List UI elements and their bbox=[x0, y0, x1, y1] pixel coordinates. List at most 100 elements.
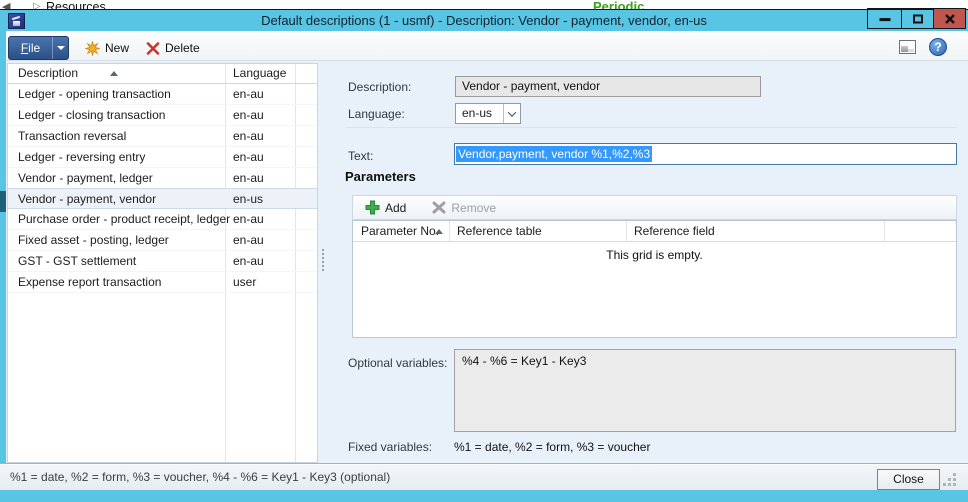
grid-empty-message: This grid is empty. bbox=[353, 248, 956, 262]
description-list-body: Ledger - opening transactionen-auLedger … bbox=[8, 84, 317, 462]
help-icon[interactable]: ? bbox=[929, 38, 947, 56]
column-header-reference-field[interactable]: Reference field bbox=[634, 221, 715, 241]
column-header-reference-table[interactable]: Reference table bbox=[457, 221, 542, 241]
cell-description: Vendor - payment, ledger bbox=[18, 168, 153, 189]
maximize-icon bbox=[913, 14, 923, 23]
list-item[interactable]: Vendor - payment, vendor en-us bbox=[8, 188, 317, 209]
splitter-handle[interactable] bbox=[322, 249, 324, 271]
column-divider bbox=[295, 64, 296, 83]
list-item[interactable]: Ledger - reversing entry en-au bbox=[8, 147, 317, 168]
cell-description: Ledger - opening transaction bbox=[18, 84, 171, 105]
layout-panes-icon[interactable] bbox=[899, 40, 916, 54]
cell-description: Purchase order - product receipt, ledger bbox=[18, 209, 230, 230]
delete-button[interactable]: Delete bbox=[146, 37, 200, 59]
cell-description: Vendor - payment, vendor bbox=[18, 189, 156, 210]
list-item[interactable]: Vendor - payment, ledger en-au bbox=[8, 168, 317, 189]
list-item[interactable]: Ledger - opening transaction en-au bbox=[8, 84, 317, 105]
window-bottom-border bbox=[0, 490, 968, 502]
optional-variables-field[interactable]: %4 - %6 = Key1 - Key3 bbox=[454, 349, 956, 432]
cell-description: Ledger - closing transaction bbox=[18, 105, 165, 126]
new-star-icon bbox=[85, 41, 100, 56]
list-item[interactable]: Ledger - closing transaction en-au bbox=[8, 105, 317, 126]
optional-variables-label: Optional variables: bbox=[348, 356, 447, 370]
list-item[interactable]: Expense report transaction user bbox=[8, 272, 317, 293]
cell-language: en-us bbox=[233, 189, 263, 210]
description-field[interactable]: Vendor - payment, vendor bbox=[455, 76, 761, 97]
title-bar: Default descriptions (1 - usmf) - Descri… bbox=[0, 9, 968, 31]
sort-ascending-icon bbox=[110, 71, 118, 76]
column-header-language[interactable]: Language bbox=[233, 64, 286, 83]
cell-language: user bbox=[233, 272, 256, 293]
sort-ascending-icon bbox=[435, 229, 443, 234]
cell-description: Ledger - reversing entry bbox=[18, 147, 145, 168]
new-button-label: New bbox=[105, 41, 129, 55]
selected-text: Vendor,payment, vendor %1,%2,%3 bbox=[456, 146, 652, 162]
chevron-down-icon bbox=[508, 108, 516, 116]
column-divider bbox=[884, 221, 885, 242]
column-header-parameter-no[interactable]: Parameter No. bbox=[361, 221, 439, 241]
screen: ◀ ▷ Resources Periodic Default descripti… bbox=[0, 0, 968, 502]
language-dropdown-button[interactable] bbox=[503, 104, 520, 123]
cell-language: en-au bbox=[233, 147, 264, 168]
caption-buttons bbox=[867, 8, 966, 29]
section-divider bbox=[345, 127, 957, 128]
list-item[interactable]: Transaction reversal en-au bbox=[8, 126, 317, 147]
remove-button[interactable]: Remove bbox=[432, 201, 496, 215]
parameters-grid: Parameter No. Reference table Reference … bbox=[352, 220, 957, 338]
add-plus-icon bbox=[365, 200, 380, 215]
cell-language: en-au bbox=[233, 84, 264, 105]
list-item[interactable]: Fixed asset - posting, ledger en-au bbox=[8, 230, 317, 251]
text-field[interactable]: Vendor,payment, vendor %1,%2,%3 bbox=[454, 143, 957, 165]
column-divider bbox=[626, 221, 627, 242]
column-header-description[interactable]: Description bbox=[18, 64, 118, 83]
remove-button-label: Remove bbox=[451, 201, 496, 215]
file-menu-button[interactable]: File bbox=[8, 36, 69, 60]
maximize-button[interactable] bbox=[901, 9, 933, 28]
delete-button-label: Delete bbox=[165, 41, 200, 55]
list-item[interactable]: Purchase order - product receipt, ledger… bbox=[8, 209, 317, 230]
description-list-header: Description Language bbox=[8, 64, 317, 84]
fixed-variables-value: %1 = date, %2 = form, %3 = voucher bbox=[454, 440, 650, 454]
parameters-toolbar: Add Remove bbox=[352, 195, 957, 220]
cell-description: Expense report transaction bbox=[18, 272, 161, 293]
close-icon bbox=[944, 13, 955, 24]
description-list: Description Language Ledger - opening tr… bbox=[7, 63, 318, 463]
remove-x-icon bbox=[432, 201, 446, 214]
add-button-label: Add bbox=[385, 201, 406, 215]
cell-language: en-au bbox=[233, 168, 264, 189]
column-divider bbox=[449, 221, 450, 242]
status-text: %1 = date, %2 = form, %3 = voucher, %4 -… bbox=[10, 464, 390, 490]
new-button[interactable]: New bbox=[85, 37, 129, 59]
resize-grip[interactable] bbox=[953, 483, 956, 486]
cell-language: en-au bbox=[233, 105, 264, 126]
cell-description: GST - GST settlement bbox=[18, 251, 136, 272]
selected-row-marker bbox=[0, 191, 6, 212]
toolbar: File New Delete ? bbox=[0, 31, 968, 61]
close-window-button[interactable] bbox=[933, 9, 965, 28]
close-button[interactable]: Close bbox=[877, 469, 940, 490]
minimize-button[interactable] bbox=[868, 9, 901, 28]
cell-description: Transaction reversal bbox=[18, 126, 126, 147]
cell-language: en-au bbox=[233, 209, 264, 230]
language-field-label: Language: bbox=[348, 107, 405, 121]
parameters-heading: Parameters bbox=[345, 169, 416, 184]
description-field-label: Description: bbox=[348, 80, 411, 94]
fixed-variables-label: Fixed variables: bbox=[348, 440, 432, 454]
file-menu-caret bbox=[52, 37, 68, 59]
minimize-icon bbox=[879, 18, 890, 21]
list-item[interactable]: GST - GST settlement en-au bbox=[8, 251, 317, 272]
window-left-border bbox=[0, 31, 6, 463]
add-button[interactable]: Add bbox=[365, 200, 406, 215]
file-menu-label: File bbox=[9, 41, 52, 55]
cell-language: en-au bbox=[233, 230, 264, 251]
window-title: Default descriptions (1 - usmf) - Descri… bbox=[0, 10, 968, 31]
cell-language: en-au bbox=[233, 251, 264, 272]
text-field-label: Text: bbox=[348, 149, 373, 163]
chevron-down-icon bbox=[57, 46, 65, 50]
cell-language: en-au bbox=[233, 126, 264, 147]
column-divider bbox=[225, 64, 226, 83]
language-select[interactable]: en-us bbox=[455, 103, 521, 124]
delete-x-icon bbox=[146, 42, 160, 55]
cell-description: Fixed asset - posting, ledger bbox=[18, 230, 169, 251]
status-bar: %1 = date, %2 = form, %3 = voucher, %4 -… bbox=[0, 463, 968, 490]
